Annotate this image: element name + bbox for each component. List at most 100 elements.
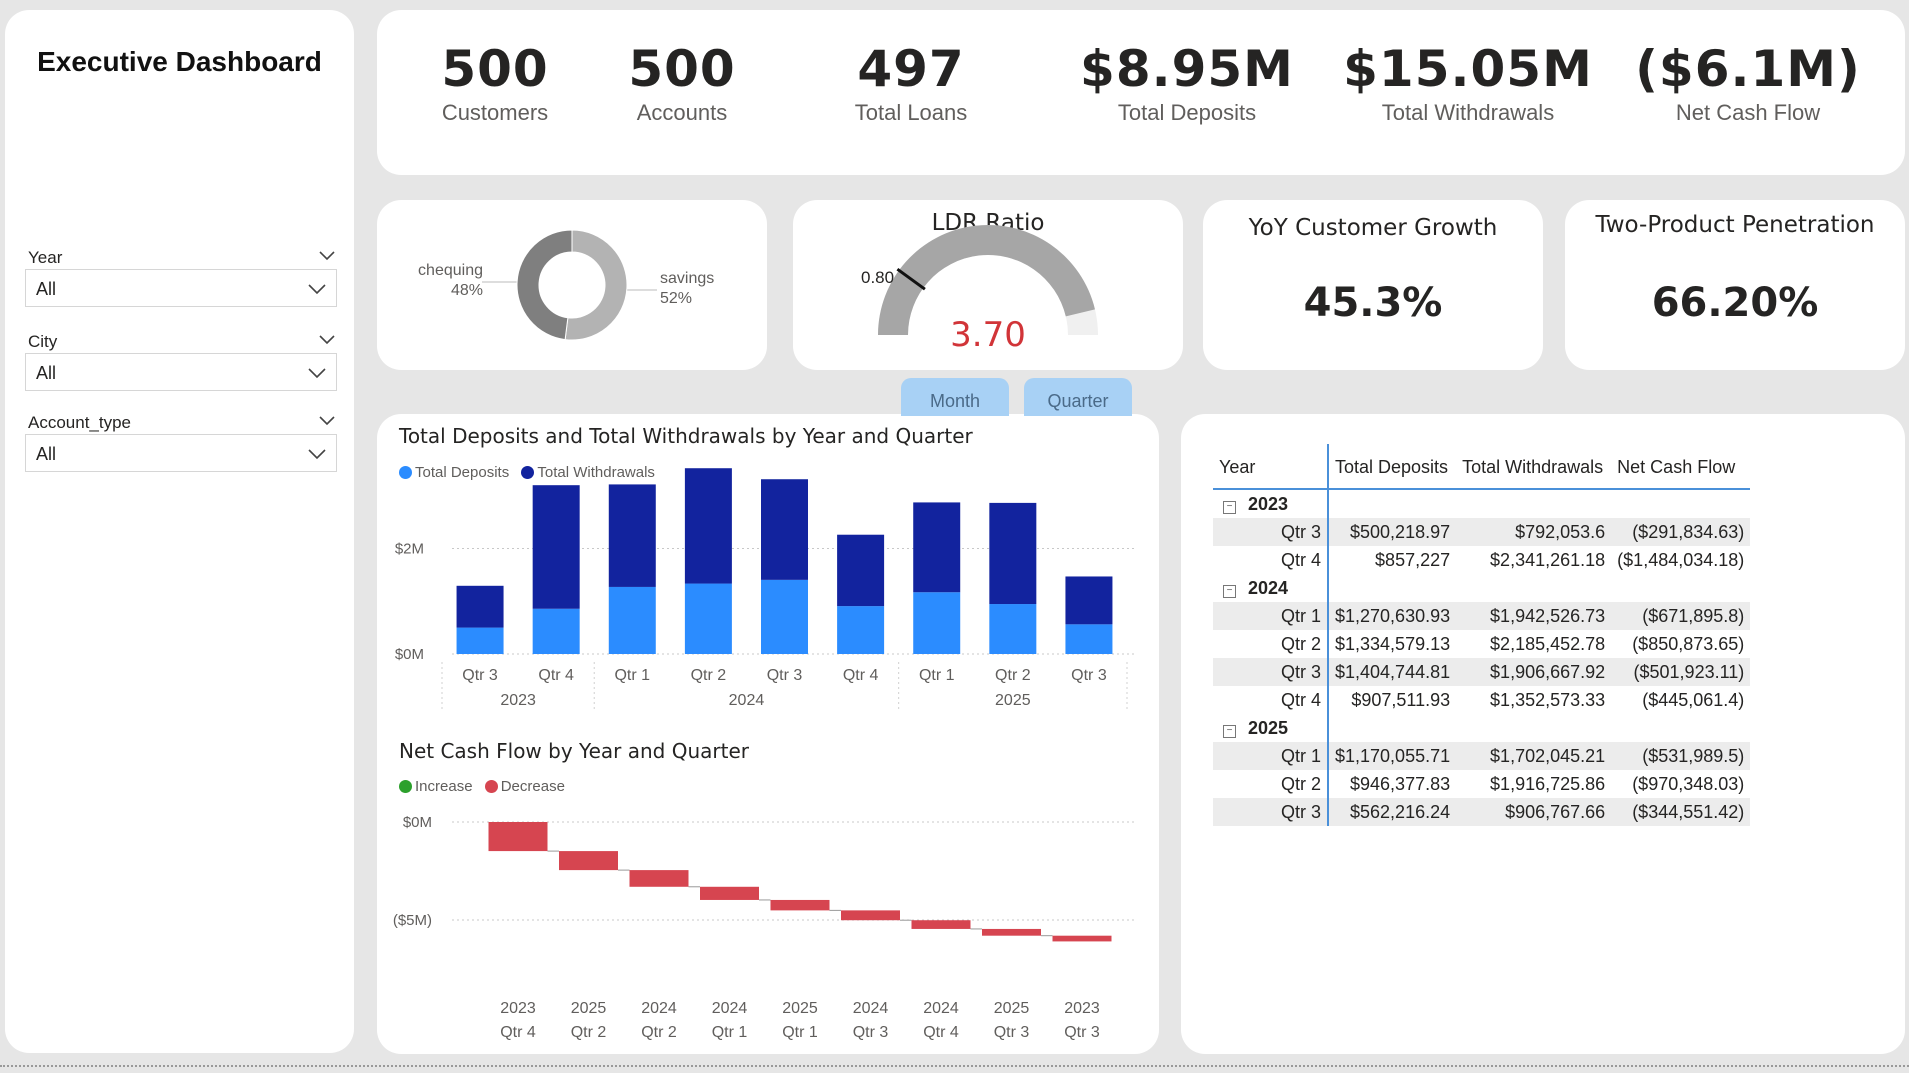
x-tick-label-quarter: Qtr 2 <box>571 1024 607 1041</box>
kpi-value: ($6.1M) <box>1635 40 1861 98</box>
two-product-penetration-card: Two-Product Penetration 66.20% <box>1565 200 1905 370</box>
kpi-value: $15.05M <box>1343 40 1593 98</box>
gauge-target-label: 0.80 <box>861 268 895 287</box>
net-cash-flow-cell: ($531,989.5) <box>1611 742 1751 770</box>
quarter-label: Qtr 2 <box>1213 770 1329 798</box>
x-tick-label-quarter: Qtr 3 <box>853 1024 889 1041</box>
empty-cell <box>1328 714 1456 742</box>
ldr-ratio-gauge-card: LDR Ratio 0.80 3.70 <box>793 200 1183 370</box>
total-deposits-cell: $907,511.93 <box>1351 689 1451 710</box>
charts-card: Total Deposits and Total Withdrawals by … <box>377 414 1159 1054</box>
waterfall-bar[interactable] <box>841 910 900 921</box>
col-header-net-cash-flow[interactable]: Net Cash Flow <box>1611 444 1751 490</box>
kpi-value: 497 <box>857 40 965 98</box>
gauge-value: 3.70 <box>950 315 1026 355</box>
total-withdrawals-cell: $906,767.66 <box>1456 798 1612 826</box>
x-tick-label-year: 2023 <box>1064 1000 1100 1017</box>
slicer-city-header[interactable]: City <box>28 332 338 352</box>
waterfall-bar[interactable] <box>770 899 830 911</box>
x-tick-label-year: 2024 <box>923 1000 959 1017</box>
waterfall-bar[interactable] <box>488 822 548 852</box>
matrix-card: Year Total Deposits Total Withdrawals Ne… <box>1181 414 1905 1054</box>
x-tick-label-year: 2024 <box>712 1000 748 1017</box>
kpi-label: Total Deposits <box>1117 100 1257 125</box>
total-deposits-cell: $562,216.24 <box>1328 798 1457 826</box>
slicer-account-type-value: All <box>36 444 57 464</box>
col-header-total-deposits[interactable]: Total Deposits <box>1328 444 1457 490</box>
net-cash-flow-waterfall[interactable]: $0M ($5M) 2023 Qtr 4 2025 Qtr 2 2024 Qtr 2 2024 Q… <box>377 414 1159 1054</box>
total-deposits-cell: $946,377.83 <box>1350 773 1451 794</box>
quarter-label: Qtr 3 <box>1213 658 1329 686</box>
empty-cell <box>1328 489 1456 518</box>
total-withdrawals-cell: $2,185,452.78 <box>1490 633 1606 654</box>
total-deposits-cell: $1,270,630.93 <box>1328 602 1457 630</box>
total-deposits-cell: $1,170,055.71 <box>1328 742 1457 770</box>
cashflow-matrix: Year Total Deposits Total Withdrawals Ne… <box>1213 444 1751 826</box>
waterfall-bar[interactable] <box>559 851 618 871</box>
empty-cell <box>1611 489 1750 518</box>
slicer-account-type-label: Account_type <box>28 413 132 432</box>
slicer-year-dropdown[interactable]: All <box>25 269 337 307</box>
matrix-quarter-row: Qtr 2 $946,377.83 $1,916,725.86 ($970,348.0… <box>1213 770 1750 798</box>
col-header-total-withdrawals[interactable]: Total Withdrawals <box>1456 444 1612 490</box>
slicer-account-type-dropdown[interactable]: All <box>25 434 337 472</box>
slicer-city-dropdown[interactable]: All <box>25 353 337 391</box>
total-withdrawals-cell: $792,053.6 <box>1456 518 1612 546</box>
year-row-header: −2025 <box>1213 714 1329 742</box>
waterfall-bar[interactable] <box>1052 935 1112 942</box>
total-deposits-cell: $500,218.97 <box>1328 518 1457 546</box>
x-tick-label-year: 2025 <box>571 1000 607 1017</box>
x-tick-label-quarter: Qtr 1 <box>712 1024 748 1041</box>
net-cash-flow-cell: ($291,834.63) <box>1611 518 1751 546</box>
account-type-donut-card: chequing 48% savings 52% <box>377 200 767 370</box>
collapse-icon[interactable]: − <box>1223 724 1236 738</box>
quarter-label: Qtr 4 <box>1213 686 1329 714</box>
total-withdrawals-cell: $1,942,526.73 <box>1456 602 1612 630</box>
matrix-quarter-row: Qtr 4 $907,511.93 $1,352,573.33 ($445,061.4… <box>1213 686 1750 714</box>
slice-pct: 48% <box>450 282 483 299</box>
x-tick-label-quarter: Qtr 2 <box>641 1024 677 1041</box>
card-value: 66.20% <box>1651 280 1819 326</box>
kpi-total-deposits: $8.95M Total Deposits <box>1047 40 1327 126</box>
matrix-quarter-row: Qtr 3 $562,216.24 $906,767.66 ($344,551.42) <box>1213 798 1751 826</box>
donut-label-chequing: chequing 48% <box>413 262 483 300</box>
waterfall-bar[interactable] <box>700 886 759 900</box>
kpi-value: $8.95M <box>1080 40 1294 98</box>
x-tick-label-quarter: Qtr 3 <box>1064 1024 1100 1041</box>
empty-cell <box>1328 574 1456 602</box>
slicer-account-type-header[interactable]: Account_type <box>28 413 338 433</box>
slicer-year-header[interactable]: Year <box>28 248 338 268</box>
net-cash-flow-cell: ($1,484,034.18) <box>1617 549 1745 570</box>
kpi-label: Total Loans <box>854 100 968 125</box>
waterfall-bar[interactable] <box>911 920 971 929</box>
col-header-year[interactable]: Year <box>1213 444 1329 490</box>
y-tick-label: $0M <box>403 814 432 831</box>
x-tick-label-quarter: Qtr 3 <box>994 1024 1030 1041</box>
chevron-down-icon[interactable] <box>316 409 338 431</box>
chevron-down-icon[interactable] <box>316 244 338 266</box>
kpi-total-withdrawals: $15.05M Total Withdrawals <box>1328 40 1608 126</box>
total-withdrawals-cell: $1,702,045.21 <box>1456 742 1612 770</box>
quarter-button[interactable]: Quarter <box>1024 378 1132 416</box>
collapse-icon[interactable]: − <box>1223 500 1236 514</box>
yoy-customer-growth-card: YoY Customer Growth 45.3% <box>1203 200 1543 370</box>
chevron-down-icon[interactable] <box>316 328 338 350</box>
filter-pane: Executive Dashboard Year All City All Ac… <box>5 10 354 1053</box>
waterfall-bar[interactable] <box>629 870 689 887</box>
donut-slice-chequing[interactable] <box>516 229 573 341</box>
net-cash-flow-cell: ($501,923.11) <box>1611 658 1751 686</box>
kpi-strip: 500 Customers 500 Accounts 497 Total Loa… <box>377 10 1905 175</box>
x-tick-label-year: 2024 <box>641 1000 677 1017</box>
empty-cell <box>1611 714 1750 742</box>
slicer-city-value: All <box>36 363 57 383</box>
collapse-icon[interactable]: − <box>1223 584 1236 598</box>
chevron-down-icon <box>308 368 326 379</box>
x-tick-label-quarter: Qtr 1 <box>782 1024 818 1041</box>
donut-slice-savings[interactable] <box>564 229 628 341</box>
year-label: 2024 <box>1248 577 1289 598</box>
waterfall-bar[interactable] <box>982 928 1041 936</box>
month-button[interactable]: Month <box>901 378 1009 416</box>
year-row-header: −2024 <box>1213 574 1329 602</box>
matrix-quarter-row: Qtr 2 $1,334,579.13 $2,185,452.78 ($850,873… <box>1213 630 1750 658</box>
matrix-year-row: −2024 <box>1213 574 1750 602</box>
